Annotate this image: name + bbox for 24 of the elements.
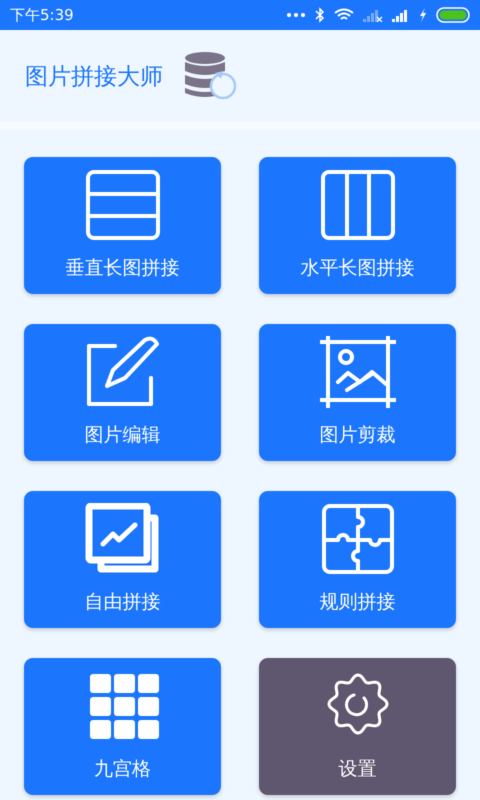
feature-tile[interactable]: 图片编辑: [24, 324, 221, 461]
feature-tile[interactable]: 水平长图拼接: [259, 157, 456, 294]
charging-icon: [419, 8, 427, 22]
no-signal-icon: [363, 8, 383, 22]
line-chart-pictures-icon: [84, 503, 160, 575]
edit-icon: [84, 336, 160, 408]
feature-tile[interactable]: 九宫格: [24, 658, 221, 795]
bluetooth-icon: [315, 7, 325, 23]
status-time: 下午5:39: [10, 6, 74, 24]
columns-layout-icon: [320, 169, 396, 241]
feature-tile[interactable]: 设置: [259, 658, 456, 795]
feature-tile[interactable]: 自由拼接: [24, 491, 221, 628]
wifi-icon: [334, 8, 354, 22]
app-title: 图片拼接大师: [25, 62, 163, 92]
battery-icon: [436, 7, 470, 23]
more-icon: [286, 12, 306, 18]
database-restore-icon: [185, 51, 239, 101]
image-crop-icon: [320, 336, 396, 408]
feature-tile[interactable]: 图片剪裁: [259, 324, 456, 461]
feature-tile[interactable]: 规则拼接: [259, 491, 456, 628]
feature-tile[interactable]: 垂直长图拼接: [24, 157, 221, 294]
rows-layout-icon: [84, 169, 160, 241]
signal-icon: [392, 8, 410, 22]
puzzle-icon: [320, 503, 396, 575]
